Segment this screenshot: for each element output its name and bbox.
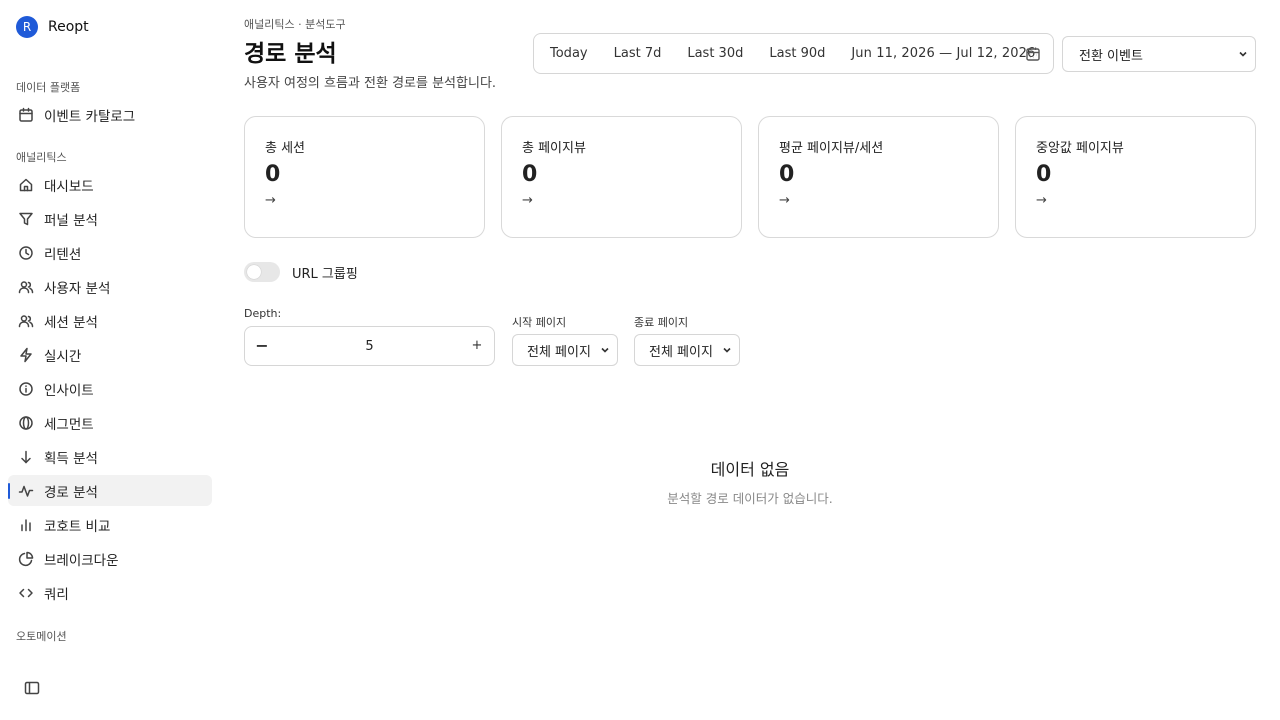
range-today-button[interactable]: Today — [550, 46, 588, 61]
sidebar-item-cohort-compare[interactable]: 코호트 비교 — [8, 509, 212, 540]
metric-card-median-pageviews: 중앙값 페이지뷰 0 → — [1015, 116, 1256, 238]
sidebar-item-event-catalog[interactable]: 이벤트 카탈로그 — [8, 99, 212, 130]
sidebar-item-retention[interactable]: 리텐션 — [8, 237, 212, 268]
range-30d-button[interactable]: Last 30d — [687, 46, 743, 61]
sidebar-item-label: 세그먼트 — [44, 416, 94, 433]
chevron-down-icon — [721, 344, 733, 356]
end-page-select[interactable]: 전체 페이지 — [634, 334, 740, 366]
filter-icon — [18, 211, 34, 227]
breadcrumb: 애널리틱스 · 분석도구 — [244, 18, 346, 31]
calendar-icon — [18, 107, 34, 123]
metric-label: 중앙값 페이지뷰 — [1036, 141, 1124, 156]
sidebar-item-segment[interactable]: 세그먼트 — [8, 407, 212, 438]
start-page-value: 전체 페이지 — [527, 344, 591, 360]
clock-icon — [18, 245, 34, 261]
pie-chart-icon — [18, 551, 34, 567]
users-icon — [18, 313, 34, 329]
sidebar-item-path-analysis[interactable]: 경로 분석 — [8, 475, 212, 506]
date-range-text[interactable]: Jun 11, 2026 — Jul 12, 2026 — [851, 46, 1035, 61]
metric-value: 0 — [265, 162, 281, 187]
sidebar-item-breakdown[interactable]: 브레이크다운 — [8, 543, 212, 574]
date-range-picker: Today Last 7d Last 30d Last 90d Jun 11, … — [533, 33, 1054, 74]
conversion-event-select[interactable]: 전환 이벤트 — [1062, 36, 1256, 72]
depth-increment-button[interactable]: + — [468, 337, 486, 355]
metric-card-total-pageviews: 총 페이지뷰 0 → — [501, 116, 742, 238]
empty-state-title: 데이터 없음 — [710, 460, 790, 479]
sidebar-item-query[interactable]: 쿼리 — [8, 577, 212, 608]
depth-label: Depth: — [244, 307, 282, 320]
metric-value: 0 — [1036, 162, 1052, 187]
page-subtitle: 사용자 여정의 흐름과 전환 경로를 분석합니다. — [244, 76, 497, 91]
sidebar-item-funnel[interactable]: 퍼널 분석 — [8, 203, 212, 234]
sidebar-item-realtime[interactable]: 실시간 — [8, 339, 212, 370]
brand-avatar: R — [16, 16, 38, 38]
sidebar-item-label: 퍼널 분석 — [44, 212, 98, 229]
sidebar-item-insight[interactable]: 인사이트 — [8, 373, 212, 404]
depth-stepper: − 5 + — [244, 326, 495, 366]
sidebar-item-label: 이벤트 카탈로그 — [44, 108, 136, 125]
section-label-analytics: 애널리틱스 — [16, 151, 67, 164]
arrow-right-icon: → — [1036, 193, 1047, 208]
activity-icon — [18, 483, 34, 499]
segment-icon — [18, 415, 34, 431]
sidebar-item-label: 경로 분석 — [44, 484, 98, 501]
metric-card-avg-pageviews-per-session: 평균 페이지뷰/세션 0 → — [758, 116, 999, 238]
end-page-value: 전체 페이지 — [649, 344, 713, 360]
arrow-right-icon: → — [779, 193, 790, 208]
brand-name: Reopt — [48, 19, 89, 35]
sidebar-item-label: 실시간 — [44, 348, 82, 365]
metric-label: 평균 페이지뷰/세션 — [779, 141, 884, 156]
metric-card-total-sessions: 총 세션 0 → — [244, 116, 485, 238]
range-90d-button[interactable]: Last 90d — [769, 46, 825, 61]
toggle-knob — [247, 265, 261, 279]
arrow-right-icon: → — [265, 193, 276, 208]
info-icon — [18, 381, 34, 397]
section-label-automation: 오토메이션 — [16, 630, 67, 643]
arrow-down-icon — [18, 449, 34, 465]
sidebar-item-label: 사용자 분석 — [44, 280, 111, 297]
conversion-event-value: 전환 이벤트 — [1079, 48, 1143, 64]
sidebar-item-session-analysis[interactable]: 세션 분석 — [8, 305, 212, 336]
sidebar-item-label: 인사이트 — [44, 382, 94, 399]
sidebar-item-label: 브레이크다운 — [44, 552, 119, 569]
start-page-select[interactable]: 전체 페이지 — [512, 334, 618, 366]
url-grouping-toggle[interactable] — [244, 262, 280, 282]
code-icon — [18, 585, 34, 601]
sidebar: R Reopt 데이터 플랫폼 이벤트 카탈로그 애널리틱스 대시보드 퍼널 분… — [0, 0, 228, 720]
metric-value: 0 — [779, 162, 795, 187]
sidebar-item-label: 세션 분석 — [44, 314, 98, 331]
range-7d-button[interactable]: Last 7d — [614, 46, 662, 61]
section-label-data-platform: 데이터 플랫폼 — [16, 81, 81, 94]
home-icon — [18, 177, 34, 193]
sidebar-toggle-icon[interactable] — [24, 680, 40, 696]
users-icon — [18, 279, 34, 295]
calendar-icon[interactable] — [1025, 46, 1041, 62]
sidebar-item-label: 코호트 비교 — [44, 518, 111, 535]
sidebar-item-user-analysis[interactable]: 사용자 분석 — [8, 271, 212, 302]
bar-chart-icon — [18, 517, 34, 533]
chevron-down-icon — [599, 344, 611, 356]
sidebar-item-label: 리텐션 — [44, 246, 82, 263]
sidebar-item-acquisition[interactable]: 획득 분석 — [8, 441, 212, 472]
start-page-label: 시작 페이지 — [512, 316, 567, 329]
brand[interactable]: R Reopt — [16, 16, 89, 38]
sidebar-item-label: 쿼리 — [44, 586, 69, 603]
empty-state: 데이터 없음 분석할 경로 데이터가 없습니다. — [500, 456, 1000, 507]
lightning-icon — [18, 347, 34, 363]
depth-value[interactable]: 5 — [245, 339, 494, 354]
arrow-right-icon: → — [522, 193, 533, 208]
chevron-down-icon — [1237, 48, 1249, 60]
sidebar-item-label: 대시보드 — [44, 178, 94, 195]
page-title: 경로 분석 — [244, 41, 337, 67]
url-grouping-label: URL 그룹핑 — [292, 267, 358, 282]
depth-decrement-button[interactable]: − — [253, 337, 271, 355]
sidebar-item-dashboard[interactable]: 대시보드 — [8, 169, 212, 200]
empty-state-subtitle: 분석할 경로 데이터가 없습니다. — [667, 491, 833, 506]
sidebar-item-label: 획득 분석 — [44, 450, 98, 467]
metric-label: 총 페이지뷰 — [522, 141, 586, 156]
end-page-label: 종료 페이지 — [634, 316, 689, 329]
metric-value: 0 — [522, 162, 538, 187]
metric-label: 총 세션 — [265, 141, 306, 156]
